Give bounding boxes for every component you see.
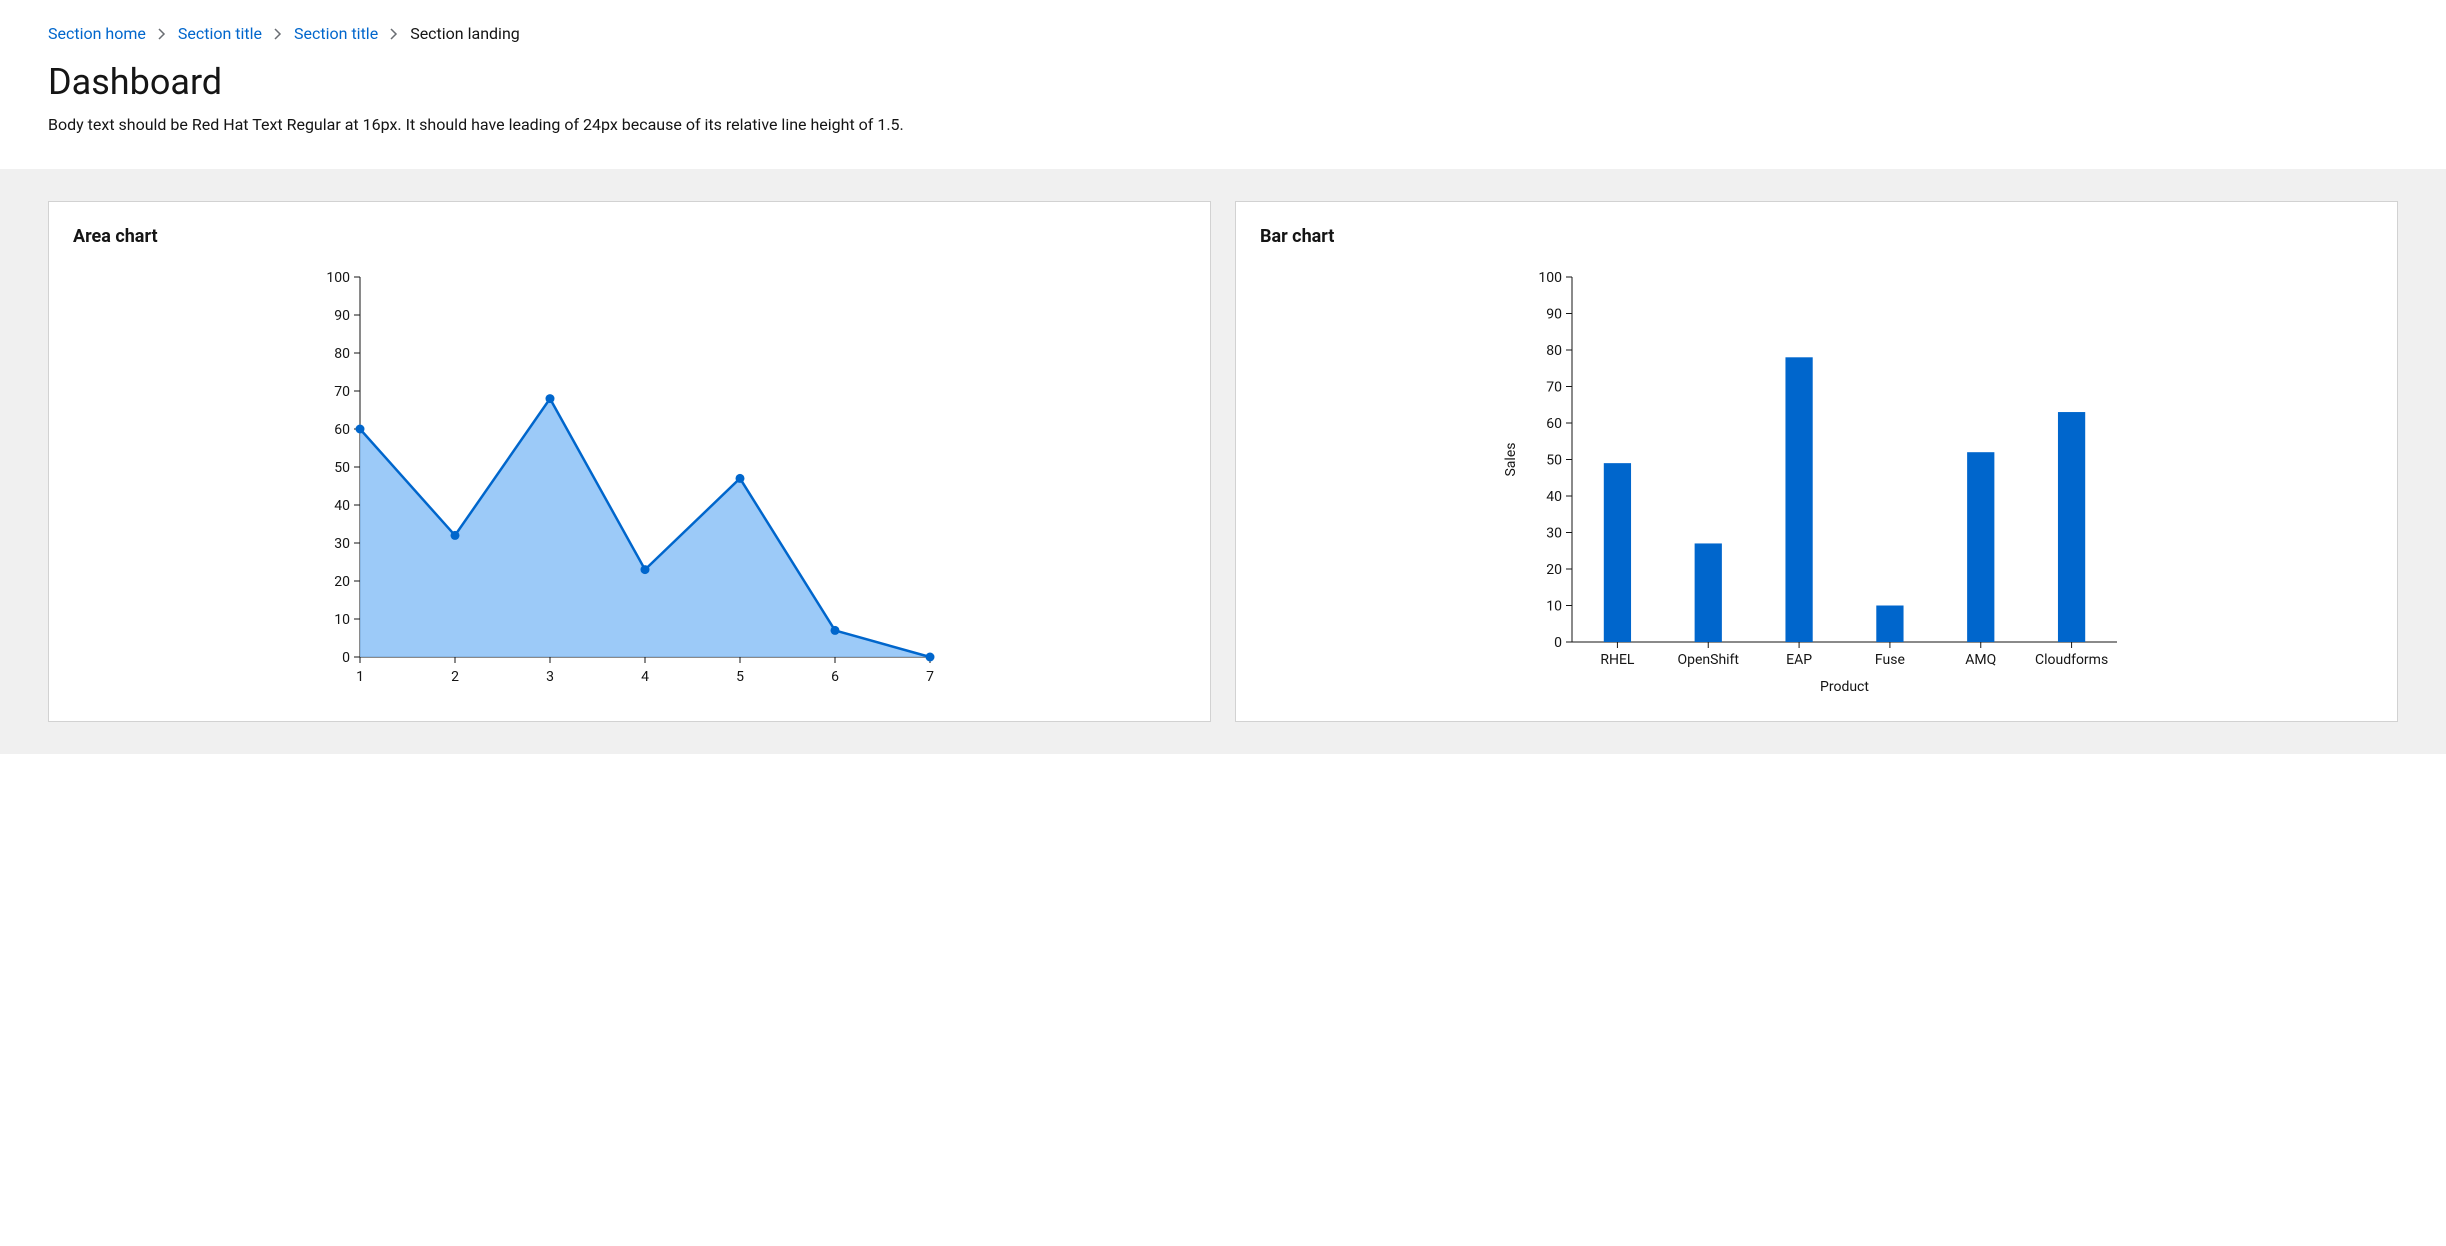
- area-point: [925, 653, 934, 662]
- bar-chart: 0 10 20 30 40 50 60 70 80 90 100 RHEL OpenShift EAP Fu…: [1260, 267, 2373, 697]
- y-tick-label: 60: [334, 422, 350, 438]
- y-axis-label: Sales: [1503, 443, 1519, 477]
- y-tick-label: 70: [1546, 380, 1562, 396]
- y-tick-label: 100: [326, 270, 350, 286]
- breadcrumb-link[interactable]: Section home: [48, 24, 146, 43]
- area-point: [640, 565, 649, 574]
- x-axis-label: Product: [1820, 679, 1869, 695]
- bar: [1603, 463, 1630, 642]
- y-tick-label: 10: [1546, 599, 1562, 615]
- x-tick-label: 5: [736, 669, 744, 685]
- area-chart: 0 10 20 30 40 50 60 70 80 90 100 1 2 3 4 5 6 7: [73, 267, 1186, 697]
- y-tick-label: 80: [1546, 343, 1562, 359]
- breadcrumb-current: Section landing: [410, 24, 520, 43]
- y-tick-label: 90: [1546, 307, 1562, 323]
- bar: [1785, 357, 1812, 642]
- area-chart-title: Area chart: [73, 226, 1186, 247]
- breadcrumb-link[interactable]: Section title: [294, 24, 378, 43]
- y-tick-label: 80: [334, 346, 350, 362]
- page-header: Section home Section title Section title Se…: [0, 0, 2446, 169]
- breadcrumb-link[interactable]: Section title: [178, 24, 262, 43]
- x-tick-label: AMQ: [1965, 652, 1996, 668]
- area-chart-card: Area chart 0 10 20 30 40 50 60 70 80 90 100 1 2 3 4 5 6 7: [48, 201, 1211, 722]
- y-tick-label: 30: [334, 536, 350, 552]
- y-tick-label: 100: [1538, 270, 1562, 286]
- y-tick-label: 20: [1546, 562, 1562, 578]
- x-tick-label: 3: [546, 669, 554, 685]
- y-tick-label: 0: [1554, 635, 1562, 651]
- y-tick-label: 10: [334, 612, 350, 628]
- y-tick-label: 40: [1546, 489, 1562, 505]
- x-tick-label: 6: [831, 669, 839, 685]
- area-fill: [360, 399, 930, 657]
- dashboard-body: Area chart 01020304050607080901001234567…: [0, 169, 2446, 754]
- y-tick-label: 60: [1546, 416, 1562, 432]
- breadcrumb: Section home Section title Section title Se…: [48, 24, 2398, 43]
- x-tick-label: Fuse: [1874, 652, 1904, 668]
- x-tick-label: 4: [641, 669, 649, 685]
- x-tick-label: OpenShift: [1677, 652, 1739, 668]
- x-tick-label: 7: [926, 669, 934, 685]
- chevron-right-icon: [274, 28, 282, 40]
- bar: [1876, 606, 1903, 643]
- area-point: [830, 626, 839, 635]
- y-tick-label: 50: [1546, 453, 1562, 469]
- y-tick-label: 70: [334, 384, 350, 400]
- x-tick-label: Cloudforms: [2034, 652, 2107, 668]
- y-tick-label: 50: [334, 460, 350, 476]
- y-tick-label: 90: [334, 308, 350, 324]
- bar-chart-card: Bar chart 0 10 20 30 40 50 60 70 80 90 100 RHEL Open…: [1235, 201, 2398, 722]
- bar: [1967, 452, 1994, 642]
- x-tick-label: 1: [356, 669, 364, 685]
- x-tick-label: EAP: [1786, 652, 1812, 668]
- area-chart-svg: 0 10 20 30 40 50 60 70 80 90 100 1 2 3 4 5 6 7: [310, 267, 950, 697]
- area-point: [735, 474, 744, 483]
- area-point: [450, 531, 459, 540]
- y-tick-label: 0: [342, 650, 350, 666]
- y-tick-label: 40: [334, 498, 350, 514]
- y-tick-label: 20: [334, 574, 350, 590]
- page-title: Dashboard: [48, 61, 2398, 103]
- x-tick-label: RHEL: [1600, 652, 1635, 668]
- area-point: [355, 425, 364, 434]
- chevron-right-icon: [158, 28, 166, 40]
- chevron-right-icon: [390, 28, 398, 40]
- bar: [2057, 412, 2084, 642]
- y-tick-label: 30: [1546, 526, 1562, 542]
- bar-chart-title: Bar chart: [1260, 226, 2373, 247]
- bar-chart-svg: 0 10 20 30 40 50 60 70 80 90 100 RHEL OpenShift EAP Fu…: [1497, 267, 2137, 697]
- x-tick-label: 2: [451, 669, 459, 685]
- bar: [1694, 543, 1721, 642]
- area-point: [545, 394, 554, 403]
- page-description: Body text should be Red Hat Text Regular…: [48, 113, 2398, 137]
